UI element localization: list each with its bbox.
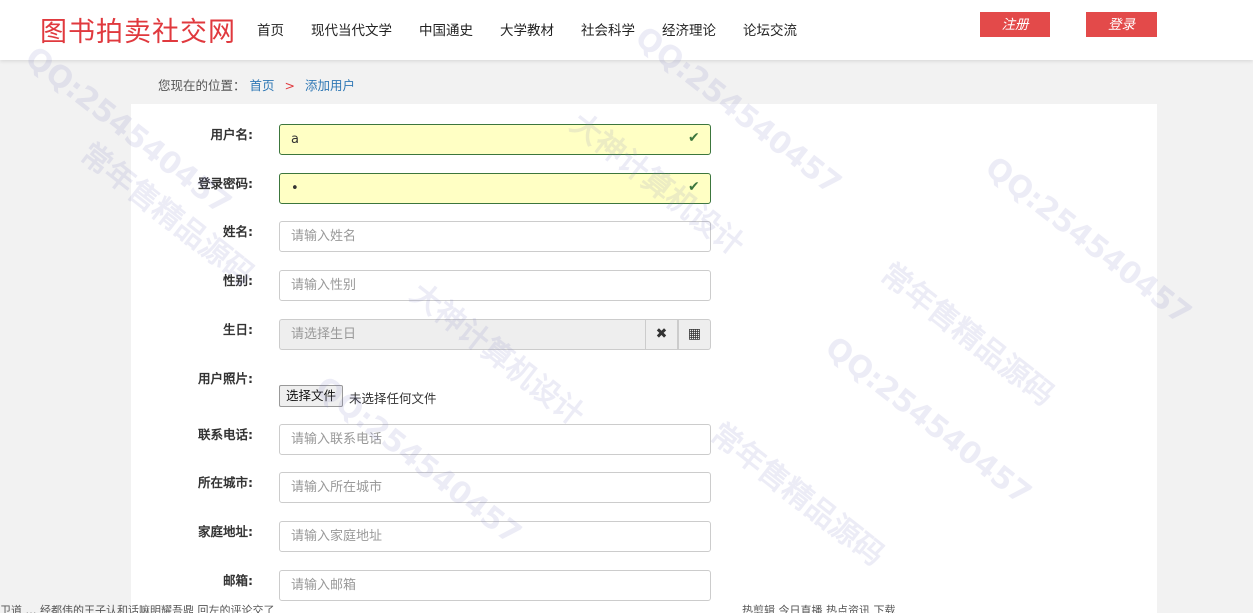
username-input[interactable] bbox=[279, 124, 711, 155]
check-icon: ✔ bbox=[688, 179, 700, 195]
file-status: 未选择任何文件 bbox=[349, 391, 437, 406]
address-label: 家庭地址: bbox=[198, 524, 253, 539]
status-strip: 卫道 … 经都伟的王子认和话嘛明耀吾鼎 回左的评论交了 热剪辑 今日直播 热点资… bbox=[0, 604, 1253, 613]
city-label: 所在城市: bbox=[198, 475, 253, 490]
name-label: 姓名: bbox=[223, 224, 253, 239]
breadcrumb-home-link[interactable]: 首页 bbox=[250, 78, 275, 93]
gender-label: 性别: bbox=[223, 273, 253, 288]
birthday-picker: ✖ ▦ bbox=[279, 319, 711, 350]
login-button[interactable]: 登录 bbox=[1086, 12, 1157, 37]
photo-label: 用户照片: bbox=[198, 371, 253, 386]
breadcrumb-prefix: 您现在的位置： bbox=[158, 78, 246, 93]
nav-social-science[interactable]: 社会科学 bbox=[581, 19, 635, 39]
breadcrumb-current[interactable]: 添加用户 bbox=[305, 78, 355, 93]
phone-input[interactable] bbox=[279, 424, 711, 455]
main-nav: 首页 现代当代文学 中国通史 大学教材 社会科学 经济理论 论坛交流 bbox=[257, 19, 824, 39]
username-label: 用户名: bbox=[210, 127, 254, 142]
breadcrumb-separator: > bbox=[284, 78, 295, 93]
birthday-input[interactable] bbox=[279, 319, 645, 350]
check-icon: ✔ bbox=[688, 130, 700, 146]
name-input[interactable] bbox=[279, 221, 711, 252]
add-user-form: 用户名: ✔ 登录密码: • ✔ 姓名: 性别: 生日: ✖ ▦ 用户照片: 选… bbox=[131, 104, 1157, 613]
nav-modern-literature[interactable]: 现代当代文学 bbox=[311, 19, 392, 39]
choose-file-button[interactable]: 选择文件 bbox=[279, 385, 344, 407]
birthday-label: 生日: bbox=[223, 322, 253, 337]
register-button[interactable]: 注册 bbox=[980, 12, 1050, 37]
nav-forum[interactable]: 论坛交流 bbox=[743, 19, 797, 39]
site-logo[interactable]: 图书拍卖社交网 bbox=[40, 10, 236, 49]
city-input[interactable] bbox=[279, 472, 711, 503]
nav-economics[interactable]: 经济理论 bbox=[662, 19, 716, 39]
calendar-icon[interactable]: ▦ bbox=[678, 319, 711, 350]
top-header: 图书拍卖社交网 首页 现代当代文学 中国通史 大学教材 社会科学 经济理论 论坛… bbox=[0, 0, 1253, 60]
breadcrumb: 您现在的位置： 首页 > 添加用户 bbox=[158, 75, 355, 94]
nav-chinese-history[interactable]: 中国通史 bbox=[419, 19, 473, 39]
nav-home[interactable]: 首页 bbox=[257, 19, 284, 39]
email-label: 邮箱: bbox=[223, 573, 253, 588]
status-left-text: 卫道 … 经都伟的王子认和话嘛明耀吾鼎 回左的评论交了 bbox=[0, 604, 275, 613]
password-input[interactable]: • bbox=[279, 173, 711, 204]
phone-label: 联系电话: bbox=[198, 427, 253, 442]
gender-input[interactable] bbox=[279, 270, 711, 301]
nav-textbooks[interactable]: 大学教材 bbox=[500, 19, 554, 39]
password-label: 登录密码: bbox=[198, 176, 253, 191]
clear-icon[interactable]: ✖ bbox=[645, 319, 678, 350]
email-input[interactable] bbox=[279, 570, 711, 601]
status-right-text: 热剪辑 今日直播 热点资讯 下载 bbox=[742, 604, 896, 613]
address-input[interactable] bbox=[279, 521, 711, 552]
